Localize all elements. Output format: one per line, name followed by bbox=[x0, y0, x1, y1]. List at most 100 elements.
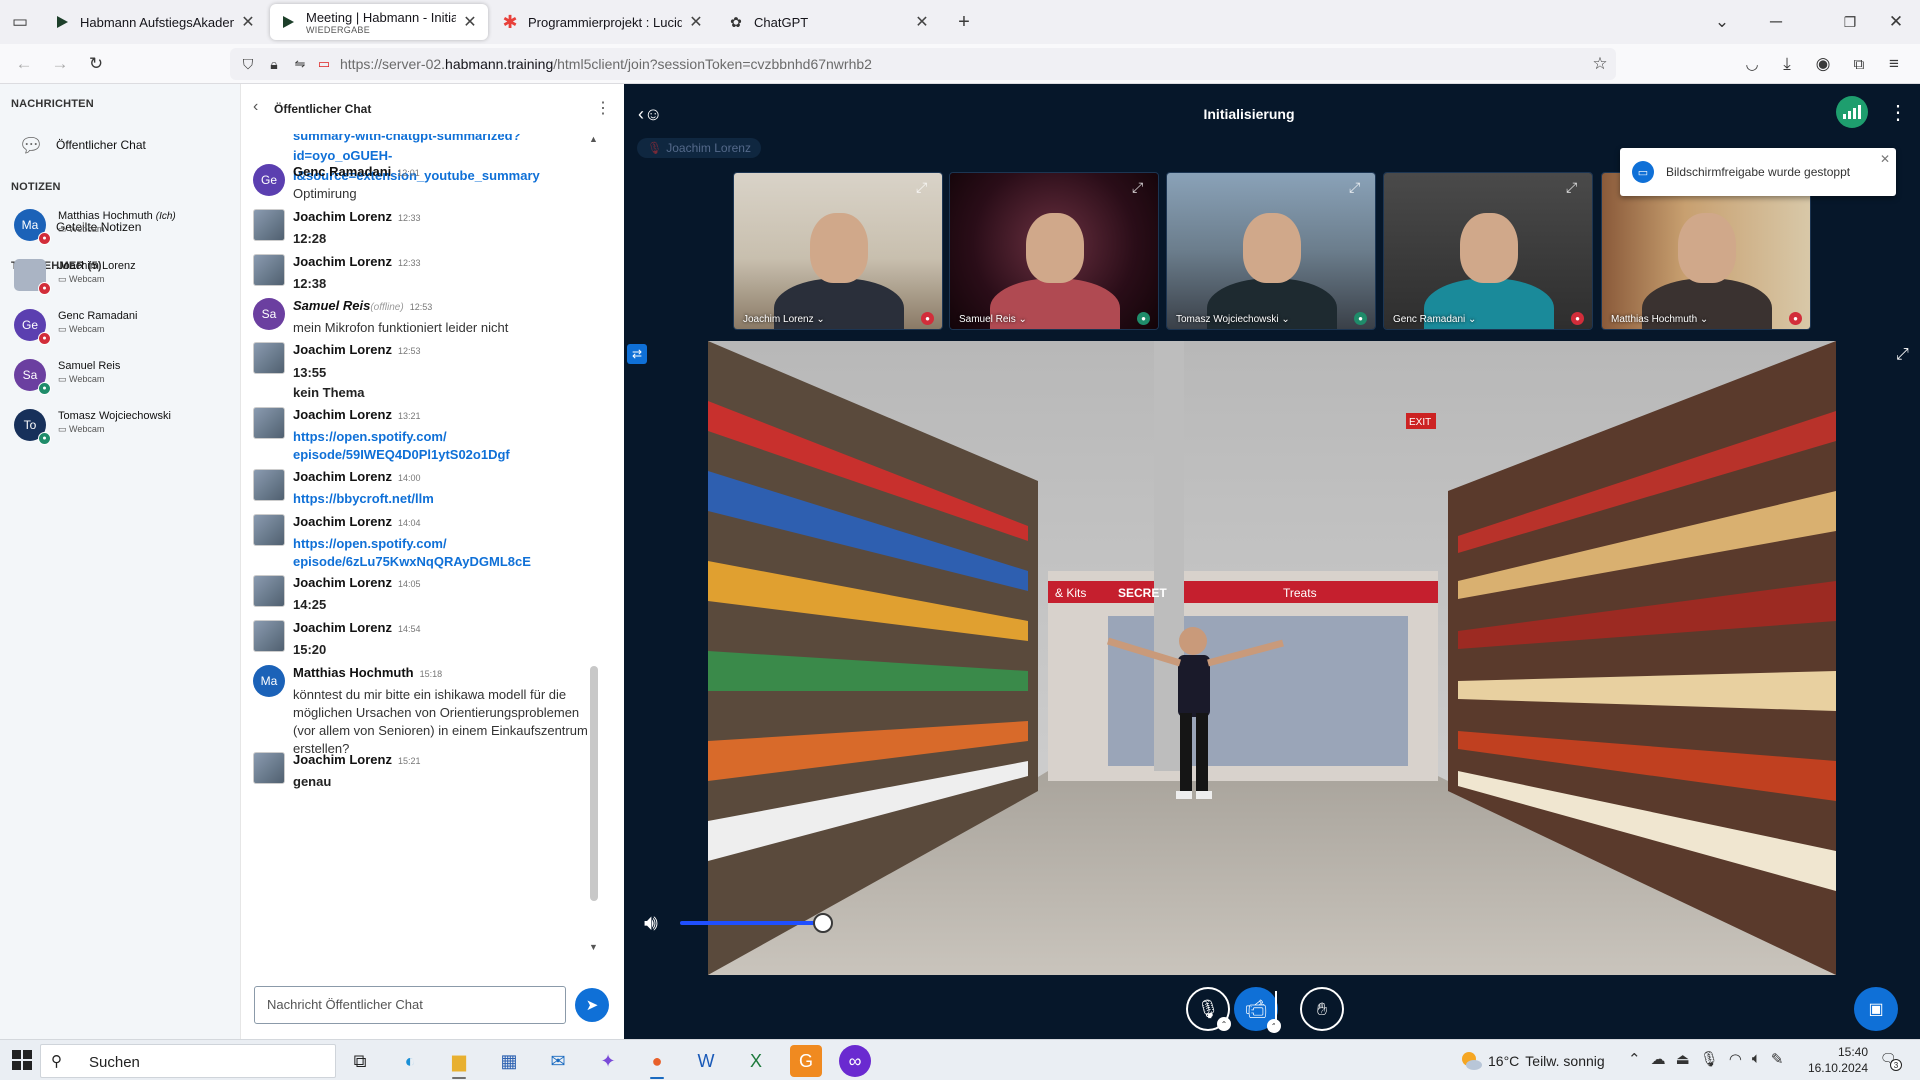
restore-window-icon[interactable]: ❐ bbox=[1836, 8, 1864, 36]
taskbar-search[interactable]: ⚲ Suchen bbox=[40, 1044, 336, 1078]
webcam-tile[interactable]: ⤢ Genc Ramadani ⌄ ● bbox=[1383, 172, 1593, 330]
tab-lucidspark[interactable]: ✱ Programmierprojekt : Lucidspar ✕ bbox=[492, 4, 714, 40]
firefox-icon[interactable]: ● bbox=[641, 1045, 673, 1079]
weather-widget[interactable]: 16°C Teilw. sonnig bbox=[1460, 1050, 1605, 1072]
back-icon[interactable]: ← bbox=[10, 50, 38, 78]
shield-icon[interactable]: ⛉ bbox=[234, 50, 262, 78]
participant-item[interactable]: Ma ● Matthias Hochmuth (Ich) ▭ Webcam bbox=[14, 206, 234, 246]
webcam-tile[interactable]: ⤢ Joachim Lorenz ⌄ ● bbox=[733, 172, 943, 330]
usb-icon[interactable]: ⏏︎ bbox=[1676, 1050, 1690, 1068]
message-link[interactable]: https://open.spotify.com/ bbox=[293, 428, 598, 446]
mail-icon[interactable]: ✉ bbox=[542, 1045, 574, 1077]
talking-indicator[interactable]: 🎙︎ Joachim Lorenz bbox=[637, 138, 761, 158]
excel-icon[interactable]: X bbox=[740, 1045, 772, 1077]
file-explorer-icon[interactable]: ▆ bbox=[443, 1045, 475, 1079]
webcam-name[interactable]: Tomasz Wojciechowski ⌄ bbox=[1176, 314, 1290, 325]
extensions-icon[interactable]: ⧉ bbox=[1845, 50, 1873, 78]
store-icon[interactable]: ▦ bbox=[493, 1045, 525, 1077]
webcam-name[interactable]: Matthias Hochmuth ⌄ bbox=[1611, 314, 1708, 325]
connection-status-icon[interactable] bbox=[1836, 96, 1868, 128]
notification-center-icon[interactable]: 🗨︎ 3 bbox=[1880, 1051, 1902, 1071]
pocket-icon[interactable]: ◡ bbox=[1738, 50, 1766, 78]
more-options-icon[interactable]: ⋮ bbox=[595, 98, 611, 118]
close-tab-icon[interactable]: ✕ bbox=[688, 12, 704, 32]
webcam-tile[interactable]: ⤢ Tomasz Wojciechowski ⌄ ● bbox=[1166, 172, 1376, 330]
menu-icon[interactable]: ≡ bbox=[1880, 50, 1908, 78]
windows-start-icon[interactable] bbox=[11, 1049, 33, 1071]
edge-icon[interactable]: ◐ bbox=[394, 1045, 426, 1077]
tab-habmann-akademie[interactable]: Habmann AufstiegsAkademie ✕ bbox=[44, 4, 266, 40]
meeting-options-icon[interactable]: ⋮ bbox=[1888, 100, 1908, 125]
task-view-icon[interactable]: ⧉ bbox=[344, 1045, 376, 1077]
chevron-up-icon[interactable]: ⌃ bbox=[1217, 1017, 1231, 1031]
address-bar[interactable]: ⛉ 🔒︎ ⇋ ▭ https://server-02.habmann.train… bbox=[230, 48, 1616, 80]
word-icon[interactable]: W bbox=[690, 1045, 722, 1077]
bookmark-star-icon[interactable]: ☆ bbox=[1586, 50, 1614, 78]
participant-item[interactable]: ● Joachim Lorenz ▭ Webcam bbox=[14, 256, 234, 296]
reload-icon[interactable]: ↻ bbox=[82, 50, 110, 78]
message-text[interactable]: https://open.spotify.com/episode/6zLu75K… bbox=[293, 535, 598, 571]
message-link[interactable]: episode/59IWEQ4D0Pl1ytS02o1Dgf bbox=[293, 446, 598, 464]
participant-item[interactable]: Sa ● Samuel Reis ▭ Webcam bbox=[14, 356, 234, 396]
cloud-icon[interactable]: ☁︎ bbox=[1651, 1050, 1666, 1068]
message-link[interactable]: https://bbycroft.net/llm bbox=[293, 490, 598, 508]
swap-layout-icon[interactable]: ⇄ bbox=[627, 344, 647, 364]
close-tab-icon[interactable]: ✕ bbox=[462, 12, 478, 32]
chevron-up-icon[interactable]: ⌃ bbox=[1628, 1050, 1641, 1068]
tab-meeting[interactable]: Meeting | Habmann - Initialisier WIEDERG… bbox=[270, 4, 488, 40]
participant-item[interactable]: Ge ● Genc Ramadani ▭ Webcam bbox=[14, 306, 234, 346]
account-icon[interactable]: ◉ bbox=[1809, 50, 1837, 78]
pen-icon[interactable]: ✎ bbox=[1771, 1050, 1784, 1068]
webcam-button[interactable]: 📹︎ ⌃ bbox=[1234, 987, 1281, 1033]
chat-scrollbar[interactable]: ▲ ▼ bbox=[589, 134, 599, 954]
volume-slider-track[interactable] bbox=[680, 921, 823, 925]
tab-chatgpt[interactable]: ✿ ChatGPT ✕ bbox=[718, 4, 940, 40]
volume-slider-knob[interactable] bbox=[812, 913, 833, 933]
close-tab-icon[interactable]: ✕ bbox=[240, 12, 256, 32]
webcam-tile[interactable]: ⤢ Samuel Reis ⌄ ● bbox=[949, 172, 1159, 330]
close-tab-icon[interactable]: ✕ bbox=[914, 12, 930, 32]
orange-app-icon[interactable]: G bbox=[790, 1045, 822, 1077]
scrollbar-thumb[interactable] bbox=[590, 666, 598, 901]
new-tab-button[interactable]: + bbox=[950, 8, 978, 36]
expand-video-icon[interactable]: ⤢ bbox=[916, 179, 934, 197]
wifi-icon[interactable]: ◠ bbox=[1729, 1050, 1742, 1068]
screen-share-icon[interactable]: ▭ bbox=[310, 50, 338, 78]
scroll-up-arrow-icon[interactable]: ▲ bbox=[589, 134, 598, 144]
tab-overview-icon[interactable]: ▭ bbox=[6, 8, 34, 36]
close-window-icon[interactable]: ✕ bbox=[1882, 8, 1910, 36]
chat-message-input[interactable]: Nachricht Öffentlicher Chat bbox=[254, 986, 566, 1024]
volume-icon[interactable]: 🔊︎ bbox=[644, 910, 658, 936]
webcam-name[interactable]: Joachim Lorenz ⌄ bbox=[743, 314, 825, 325]
message-link[interactable]: https://open.spotify.com/ bbox=[293, 535, 598, 553]
expand-video-icon[interactable]: ⤢ bbox=[1566, 179, 1584, 197]
send-message-button[interactable]: ➤ bbox=[575, 988, 609, 1022]
message-link[interactable]: episode/6zLu75KwxNqQRAyDGML8cE bbox=[293, 553, 598, 571]
chevron-up-icon[interactable]: ⌃ bbox=[1267, 1019, 1281, 1033]
expand-video-icon[interactable]: ⤢ bbox=[1132, 179, 1150, 197]
microphone-icon[interactable]: 🎙︎ bbox=[1700, 1050, 1719, 1068]
participant-item[interactable]: To ● Tomasz Wojciechowski ▭ Webcam bbox=[14, 406, 234, 446]
tab-list-chevron-icon[interactable]: ⌄ bbox=[1708, 8, 1736, 36]
lock-icon[interactable]: 🔒︎ bbox=[260, 50, 288, 78]
presentation-button[interactable]: ▣ bbox=[1854, 987, 1898, 1031]
clock[interactable]: 15:40 16.10.2024 bbox=[1804, 1044, 1868, 1076]
copilot-icon[interactable]: ✦ bbox=[592, 1045, 624, 1077]
chat-title[interactable]: Öffentlicher Chat bbox=[274, 102, 371, 116]
url-text[interactable]: https://server-02.habmann.training/html5… bbox=[340, 56, 872, 72]
message-text[interactable]: https://open.spotify.com/episode/59IWEQ4… bbox=[293, 428, 598, 464]
public-chat-item[interactable]: 💬︎ Öffentlicher Chat bbox=[18, 132, 146, 158]
purple-app-icon[interactable]: ∞ bbox=[839, 1045, 871, 1077]
chat-message-list[interactable]: summary-with-chatgpt-summarized? id=oyo_… bbox=[241, 134, 625, 974]
close-toast-icon[interactable]: ✕ bbox=[1880, 152, 1890, 166]
raise-hand-button[interactable]: ✋︎ bbox=[1300, 987, 1344, 1031]
unmute-button[interactable]: 🎙︎ ⌃ bbox=[1186, 987, 1231, 1031]
scroll-down-arrow-icon[interactable]: ▼ bbox=[589, 942, 598, 952]
forward-icon[interactable]: → bbox=[46, 50, 74, 78]
webcam-name[interactable]: Genc Ramadani ⌄ bbox=[1393, 314, 1476, 325]
expand-video-icon[interactable]: ⤢ bbox=[1349, 179, 1367, 197]
message-text[interactable]: https://bbycroft.net/llm bbox=[293, 490, 598, 508]
speaker-icon[interactable]: 🔈︎ bbox=[1752, 1050, 1761, 1068]
chevron-left-icon[interactable]: ‹ bbox=[253, 98, 258, 116]
downloads-icon[interactable]: ⤓ bbox=[1773, 50, 1801, 78]
